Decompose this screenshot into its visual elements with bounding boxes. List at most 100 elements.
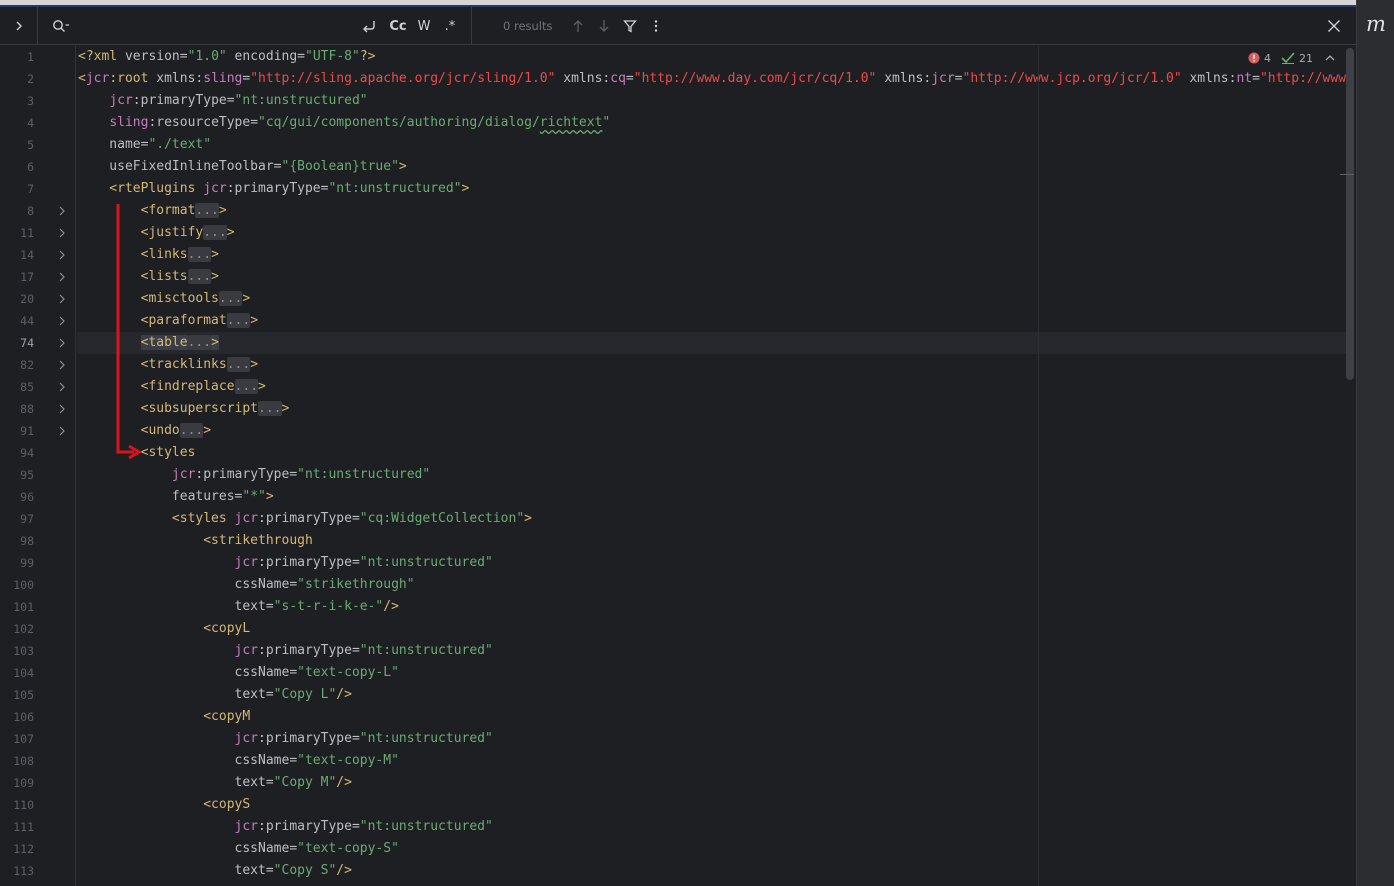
code-line[interactable]: jcr:primaryType="nt:unstructured" [78,640,493,662]
code-line[interactable]: text="Copy M"/> [78,772,352,794]
code-line[interactable]: jcr:primaryType="nt:unstructured" [78,464,430,486]
line-number: 109 [13,776,34,790]
code-token: /> [383,599,399,614]
code-token: jcr [171,467,196,482]
line-number: 101 [13,600,34,614]
code-line[interactable]: <rtePlugins jcr:primaryType="nt:unstruct… [78,178,469,200]
code-line[interactable]: sling:resourceType="cq/gui/components/au… [78,112,610,134]
code-line[interactable]: jcr:primaryType="nt:unstructured" [78,728,493,750]
code-line[interactable]: <copyL [78,618,250,640]
inspection-widget[interactable]: 4 21 [1248,49,1357,67]
search-results-count: 0 results [503,19,553,33]
code-line[interactable]: <strikethrough [78,530,313,552]
code-line[interactable]: text="Copy S"/> [78,860,352,882]
code-line[interactable]: text="Copy L"/> [78,684,352,706]
fold-chevron-icon[interactable] [55,266,69,288]
folded-region-placeholder[interactable]: ... [203,225,227,240]
folded-region-placeholder[interactable]: ... [218,291,243,306]
code-line[interactable]: <?xml version="1.0" encoding="UTF-8"?> [78,46,375,68]
code-token: "strikethrough" [297,577,415,592]
code-line[interactable]: jcr:primaryType="nt:unstructured" [78,552,493,574]
fold-chevron-icon[interactable] [55,310,69,332]
code-token: /> [336,775,352,790]
code-line[interactable]: cssName="text-copy-M" [78,750,399,772]
code-line[interactable]: jcr:primaryType="nt:unstructured" [78,90,368,112]
fold-chevron-icon[interactable] [55,200,69,222]
code-token: > [250,313,259,328]
code-line[interactable]: <justify...> [78,222,235,244]
fold-chevron-icon[interactable] [55,288,69,310]
editor-gutter: 1 2 3 4 5 6 7 8 11 14 17 20 44 74 82 85 88 91 94 95 96 97 98 99… [0,46,96,886]
code-token: "text-copy-M" [297,753,399,768]
line-number: 20 [20,292,34,306]
code-line[interactable]: <styles jcr:primaryType="cq:WidgetCollec… [78,508,532,530]
maven-tool-button[interactable]: m [1366,12,1386,36]
code-line[interactable]: <copyS [78,794,250,816]
code-line[interactable]: <misctools...> [78,288,250,310]
scrollbar-thumb[interactable] [1346,48,1354,380]
fold-chevron-icon[interactable] [55,244,69,266]
chevron-up-icon[interactable] [1325,54,1335,62]
line-number: 97 [20,512,34,526]
fold-chevron-icon[interactable] [55,222,69,244]
code-line[interactable]: cssName="strikethrough" [78,574,415,596]
more-options-button[interactable] [648,7,664,45]
code-line[interactable]: <styles [78,442,196,464]
code-line[interactable]: features="*"> [78,486,274,508]
code-line[interactable]: jcr:primaryType="nt:unstructured" [78,816,493,838]
code-line[interactable]: cssName="text-copy-L" [78,662,399,684]
fold-chevron-icon[interactable] [55,332,69,354]
folded-region-placeholder[interactable]: ... [187,247,212,262]
code-token: jcr [85,71,110,86]
search-input[interactable] [82,13,352,39]
code-token: > [250,357,259,372]
line-number: 8 [27,204,34,218]
code-token: version= [124,49,188,64]
folded-region-placeholder[interactable]: ... [226,313,251,328]
close-icon [1328,20,1340,32]
folded-region-placeholder[interactable]: ... [195,203,219,218]
next-occurrence-button[interactable] [595,7,613,45]
fold-chevron-icon[interactable] [55,398,69,420]
match-case-toggle[interactable]: Cc [386,7,410,45]
folded-region-placeholder[interactable]: ... [187,335,212,350]
code-line[interactable]: <findreplace...> [78,376,266,398]
folded-region-placeholder[interactable]: ... [179,423,204,438]
regex-toggle[interactable]: .* [439,7,461,45]
more-vertical-icon [654,20,658,32]
code-line[interactable]: text="s-t-r-i-k-e-"/> [78,596,399,618]
code-line[interactable]: <jcr:root xmlns:sling="http://sling.apac… [78,68,1346,90]
words-toggle[interactable]: W [414,7,434,45]
code-line[interactable]: cssName="text-copy-S" [78,838,399,860]
code-line[interactable]: <tracklinks...> [78,354,258,376]
close-search-button[interactable] [1324,7,1344,45]
code-line[interactable]: useFixedInlineToolbar="{Boolean}true"> [78,156,406,178]
previous-occurrence-button[interactable] [569,7,587,45]
line-number: 98 [20,534,34,548]
code-token: <copyL [78,621,251,636]
folded-region-placeholder[interactable]: ... [226,357,251,372]
code-line[interactable]: <links...> [78,244,219,266]
folded-region-placeholder[interactable]: ... [187,269,212,284]
expand-replace-button[interactable] [0,7,38,45]
fold-chevron-icon[interactable] [55,420,69,442]
code-line[interactable]: name="./text" [78,134,211,156]
folded-region-placeholder[interactable]: ... [258,401,282,416]
code-line[interactable]: <table...> [78,332,219,354]
code-line[interactable]: <lists...> [78,266,219,288]
fold-chevron-icon[interactable] [55,376,69,398]
code-line[interactable]: <subsuperscript...> [78,398,289,420]
code-line[interactable]: <copyM [78,706,250,728]
new-line-button[interactable] [358,7,380,45]
code-token: "nt:unstructured" [234,93,368,108]
folded-region-placeholder[interactable]: ... [234,379,259,394]
code-editor[interactable]: <?xml version="1.0" encoding="UTF-8"?> <j… [77,46,1346,886]
code-line[interactable]: <undo...> [78,420,211,442]
code-line[interactable]: <paraformat...> [78,310,258,332]
search-history-button[interactable] [50,7,72,45]
fold-chevron-icon[interactable] [55,354,69,376]
code-token: " [602,115,611,130]
code-token: > [211,335,219,350]
code-line[interactable]: <format...> [78,200,227,222]
filter-button[interactable] [621,7,639,45]
